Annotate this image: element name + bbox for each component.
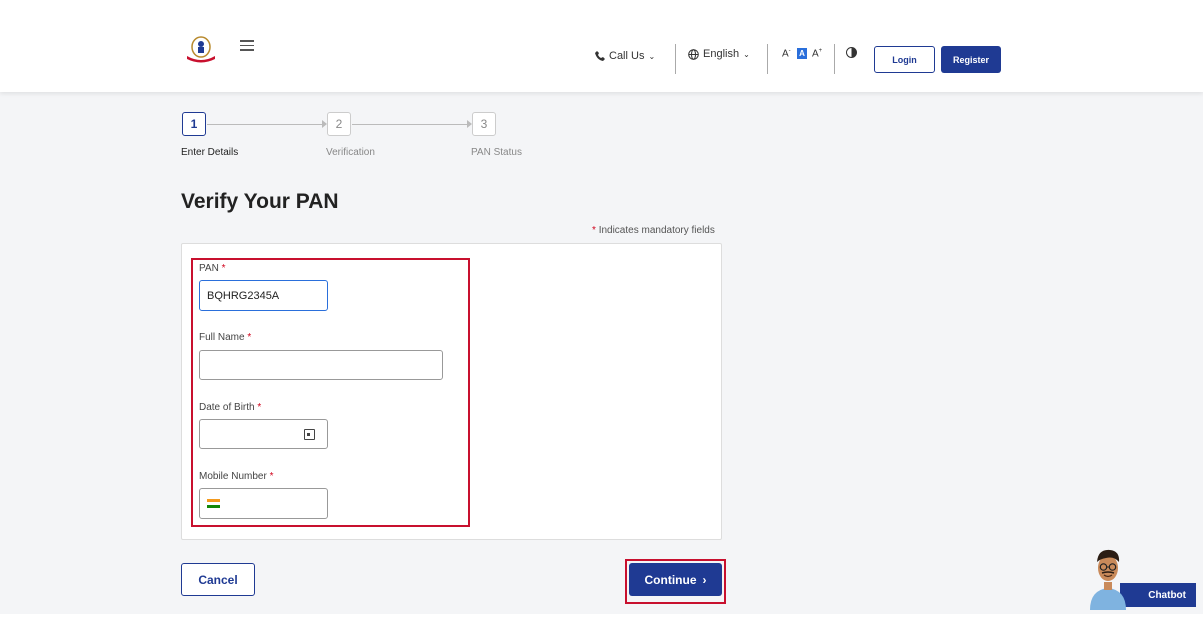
pan-label-text: PAN xyxy=(199,263,219,274)
site-header: Call Us ⌄ English ⌄ A- A A+ Login Regist… xyxy=(0,0,1203,92)
pan-label: PAN * xyxy=(199,263,226,274)
font-increase-label: A xyxy=(812,48,819,60)
step-2-indicator: 2 xyxy=(327,112,351,136)
calendar-icon[interactable] xyxy=(304,429,315,440)
call-us-dropdown[interactable]: Call Us ⌄ xyxy=(595,50,655,62)
chevron-down-icon: ⌄ xyxy=(743,49,750,59)
login-button[interactable]: Login xyxy=(874,46,935,73)
full-name-label-text: Full Name xyxy=(199,332,245,343)
mobile-input[interactable] xyxy=(199,488,328,519)
divider xyxy=(834,44,835,74)
full-name-input[interactable] xyxy=(199,350,443,380)
full-name-label: Full Name * xyxy=(199,332,251,343)
chevron-down-icon: ⌄ xyxy=(648,51,656,61)
phone-icon xyxy=(595,51,605,61)
font-normal-button[interactable]: A xyxy=(797,48,807,59)
step-3-label: PAN Status xyxy=(471,147,522,158)
pan-input-value: BQHRG2345A xyxy=(207,289,280,302)
footer-strip xyxy=(0,614,1203,624)
contrast-toggle-icon[interactable] xyxy=(846,47,857,58)
required-star: * xyxy=(269,471,274,482)
step-connector xyxy=(207,124,325,125)
hamburger-menu-icon[interactable] xyxy=(240,40,254,52)
cancel-button[interactable]: Cancel xyxy=(181,563,255,596)
divider xyxy=(767,44,768,74)
required-star: * xyxy=(247,332,252,343)
dob-label: Date of Birth * xyxy=(199,402,261,413)
emblem-logo-icon[interactable] xyxy=(184,34,218,64)
pan-input[interactable]: BQHRG2345A xyxy=(199,280,328,311)
required-star: * xyxy=(257,402,262,413)
chevron-right-icon: › xyxy=(702,572,707,587)
language-label: English xyxy=(703,48,740,60)
step-1-indicator: 1 xyxy=(182,112,206,136)
globe-icon xyxy=(688,48,699,60)
required-star: * xyxy=(592,225,596,236)
step-connector xyxy=(352,124,470,125)
font-normal-label: A xyxy=(799,49,805,58)
required-star: * xyxy=(221,263,226,274)
india-flag-icon xyxy=(207,499,220,508)
mandatory-note: * Indicates mandatory fields xyxy=(592,225,715,236)
step-2-label: Verification xyxy=(326,147,375,158)
step-1-label: Enter Details xyxy=(181,147,239,158)
dob-input[interactable] xyxy=(199,419,328,449)
mobile-label-text: Mobile Number xyxy=(199,471,267,482)
chatbot-avatar-icon[interactable] xyxy=(1086,546,1130,610)
mobile-label: Mobile Number * xyxy=(199,471,274,482)
continue-button[interactable]: Continue › xyxy=(629,563,722,596)
page-title: Verify Your PAN xyxy=(181,190,339,213)
dob-label-text: Date of Birth xyxy=(199,402,255,413)
step-3-indicator: 3 xyxy=(472,112,496,136)
mandatory-note-text: Indicates mandatory fields xyxy=(598,225,715,236)
language-dropdown[interactable]: English ⌄ xyxy=(688,48,750,60)
chatbot-button[interactable]: Chatbot xyxy=(1120,583,1196,607)
chatbot-label: Chatbot xyxy=(1148,589,1186,601)
font-decrease-button[interactable]: A- xyxy=(782,48,791,59)
register-button[interactable]: Register xyxy=(941,46,1001,73)
call-us-label: Call Us xyxy=(609,50,645,62)
divider xyxy=(675,44,676,74)
font-increase-button[interactable]: A+ xyxy=(812,48,822,59)
font-decrease-label: A xyxy=(782,48,789,60)
continue-label: Continue xyxy=(644,572,697,587)
